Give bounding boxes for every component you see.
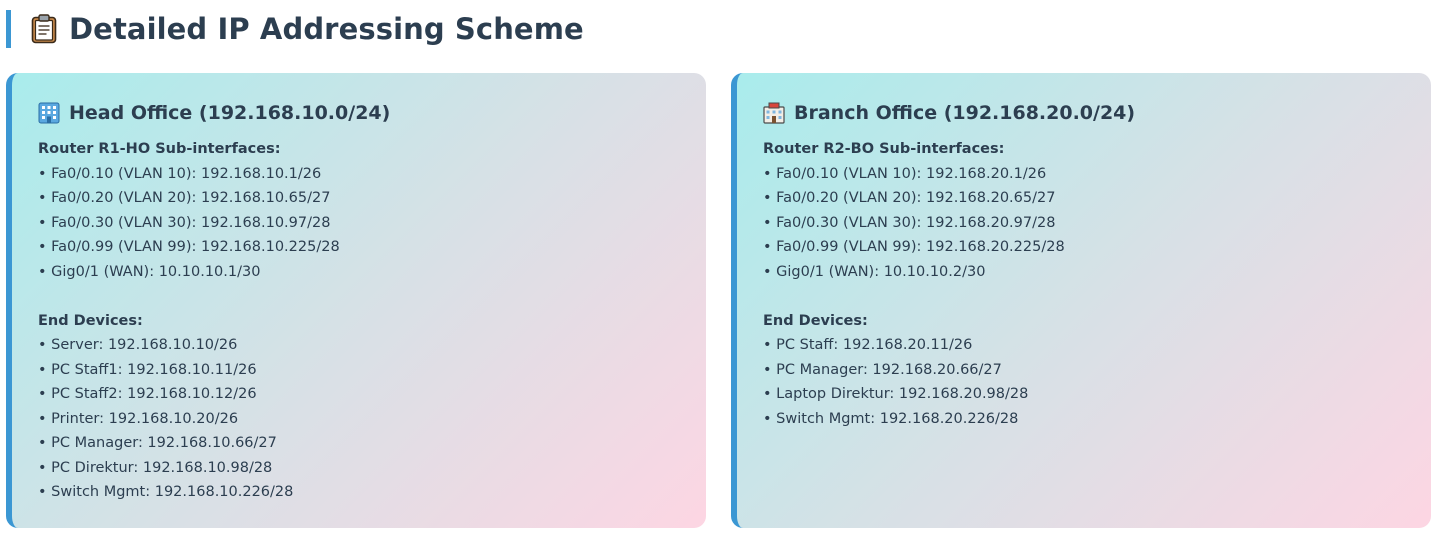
interface-line: • Gig0/1 (WAN): 10.10.10.1/30 [38, 263, 261, 280]
device-line: • PC Manager: 192.168.10.66/27 [38, 435, 277, 451]
interface-line: • Fa0/0.30 (VLAN 30): 192.168.10.97/28 [38, 214, 331, 231]
device-line: • PC Staff: 192.168.20.11/26 [763, 337, 973, 353]
interface-line: • Fa0/0.99 (VLAN 99): 192.168.20.225/28 [763, 239, 1065, 255]
interface-line: • Fa0/0.99 (VLAN 99): 192.168.10.225/28 [38, 239, 340, 255]
router-label: Router R1-HO Sub-interfaces: [38, 141, 281, 157]
branch-office-card: Branch Office (192.168.20.0/24) Router R… [731, 73, 1431, 528]
interface-line: • Fa0/0.20 (VLAN 20): 192.168.10.65/27 [38, 190, 331, 206]
devices-label: End Devices: [763, 312, 868, 329]
card-header: Head Office (192.168.10.0/24) [38, 99, 680, 127]
head-office-card: Head Office (192.168.10.0/24) Router R1-… [6, 73, 706, 528]
clipboard-icon [31, 14, 57, 44]
office-building-icon [38, 102, 60, 124]
device-line: • PC Manager: 192.168.20.66/27 [763, 361, 1002, 378]
interface-line: • Fa0/0.10 (VLAN 10): 192.168.10.1/26 [38, 165, 322, 182]
interface-line: • Gig0/1 (WAN): 10.10.10.2/30 [763, 263, 986, 280]
device-line: • PC Staff2: 192.168.10.12/26 [38, 386, 257, 402]
device-line: • Printer: 192.168.10.20/26 [38, 410, 239, 427]
card-header: Branch Office (192.168.20.0/24) [763, 99, 1405, 127]
card-title: Branch Office (192.168.20.0/24) [794, 102, 1136, 124]
device-line: • Switch Mgmt: 192.168.20.226/28 [763, 410, 1019, 427]
page-header: Detailed IP Addressing Scheme [6, 10, 584, 48]
devices-label: End Devices: [38, 312, 143, 329]
device-line: • PC Direktur: 192.168.10.98/28 [38, 459, 273, 476]
branch-building-icon [763, 102, 785, 124]
device-line: • PC Staff1: 192.168.10.11/26 [38, 361, 257, 378]
device-line: • Server: 192.168.10.10/26 [38, 337, 238, 353]
router-label: Router R2-BO Sub-interfaces: [763, 141, 1005, 157]
card-title: Head Office (192.168.10.0/24) [69, 102, 391, 124]
page-title: Detailed IP Addressing Scheme [69, 12, 584, 46]
interface-line: • Fa0/0.30 (VLAN 30): 192.168.20.97/28 [763, 214, 1056, 231]
interface-line: • Fa0/0.20 (VLAN 20): 192.168.20.65/27 [763, 190, 1056, 206]
interface-line: • Fa0/0.10 (VLAN 10): 192.168.20.1/26 [763, 165, 1047, 182]
device-line: • Switch Mgmt: 192.168.10.226/28 [38, 484, 294, 500]
device-line: • Laptop Direktur: 192.168.20.98/28 [763, 386, 1029, 402]
